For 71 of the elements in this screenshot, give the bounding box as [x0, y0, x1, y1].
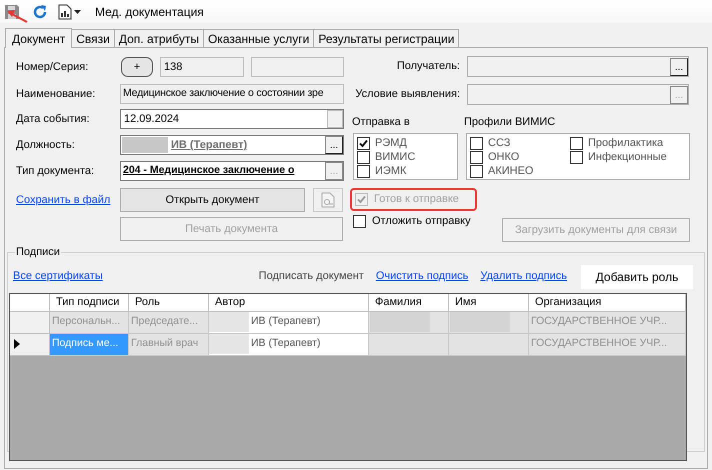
position-field[interactable]: ИВ (Терапевт) ...: [120, 135, 344, 155]
checkbox-label: Готов к отправке: [374, 192, 459, 208]
series-field[interactable]: [251, 57, 344, 77]
action-label: Подписать документ: [258, 269, 364, 284]
checkbox[interactable]: [357, 136, 370, 150]
browse-button[interactable]: ...: [325, 136, 343, 154]
field-label: Условие выявления:: [354, 87, 460, 102]
row-header[interactable]: [10, 334, 50, 356]
caret-icon: [74, 10, 81, 14]
group-title: Подписи: [15, 245, 61, 260]
tab[interactable]: Оказанные услуги: [202, 29, 314, 47]
add-button[interactable]: +: [121, 57, 153, 77]
document-chart-icon: [58, 4, 72, 20]
group-label: Отправка в: [351, 114, 411, 130]
checkbox-label: ССЗ: [488, 136, 510, 151]
checkbox-label: АКИНЕО: [488, 164, 534, 180]
checkbox-label: ОНКО: [488, 150, 520, 166]
checkbox[interactable]: [570, 136, 583, 150]
name-field[interactable]: Медицинское заключение о состоянии зре: [120, 84, 344, 104]
number-field[interactable]: 138: [160, 57, 244, 77]
checkbox-label: РЭМД: [375, 136, 407, 151]
check-icon: [359, 138, 368, 148]
link[interactable]: Очистить подпись: [376, 268, 468, 285]
field-label: Дата события:: [16, 112, 91, 127]
table-cell: Персональн...: [50, 312, 129, 334]
checkbox[interactable]: [570, 150, 583, 164]
link[interactable]: Удалить подпись: [480, 268, 567, 285]
tab[interactable]: Результаты регистрации: [313, 29, 460, 47]
document-type-field[interactable]: 204 - Медицинское заключение о ...: [120, 161, 344, 181]
checkbox-label: ИЭМК: [375, 164, 406, 179]
date-field[interactable]: 12.09.2024: [120, 109, 344, 129]
group-label: Профили ВИМИС: [464, 114, 556, 130]
recipient-field[interactable]: ...: [467, 56, 689, 77]
check-icon: [357, 195, 366, 204]
save-to-file-link[interactable]: Сохранить в файл: [16, 192, 120, 208]
tab[interactable]: Документ: [5, 28, 72, 48]
table-cell: ГОСУДАРСТВЕННОЕ УЧР...: [529, 312, 686, 334]
refresh-icon[interactable]: [32, 4, 48, 20]
report-menu-button[interactable]: [58, 4, 81, 20]
current-row-icon: [14, 339, 20, 349]
field-label: Должность:: [16, 138, 76, 153]
checkbox[interactable]: [357, 164, 370, 178]
add-role-button[interactable]: Добавить роль: [581, 264, 693, 288]
table-cell: Главный врач: [129, 334, 209, 356]
table-cell: Подпись ме...: [50, 334, 129, 356]
browse-button[interactable]: ...: [670, 58, 688, 76]
table-cell: ИВ (Терапевт): [209, 312, 369, 334]
redacted-block: [209, 312, 249, 332]
tab[interactable]: Доп. атрибуты: [114, 29, 204, 47]
open-document-button[interactable]: Открыть документ: [120, 188, 305, 212]
checkbox-label: ВИМИС: [375, 150, 416, 165]
checkbox[interactable]: [470, 150, 483, 164]
table-cell: ГОСУДАРСТВЕННОЕ УЧР...: [529, 334, 686, 356]
redacted-block: [122, 137, 168, 153]
checkbox-label: Отложить отправку: [372, 214, 471, 229]
checkbox[interactable]: [470, 165, 483, 178]
checkbox-label: Инфекционные: [588, 150, 667, 166]
window-title: Мед. документация: [95, 4, 204, 20]
checkbox[interactable]: [353, 214, 366, 228]
field-label: Наименование:: [16, 86, 96, 102]
table-cell: Председате...: [129, 312, 209, 334]
checkbox[interactable]: [470, 136, 483, 150]
checkbox[interactable]: [357, 150, 370, 164]
link[interactable]: Все сертификаты: [13, 268, 103, 285]
field-label: Получатель:: [396, 59, 460, 74]
field-label: Номер/Серия:: [16, 60, 90, 75]
checkbox-label: Профилактика: [588, 136, 664, 151]
redacted-block: [209, 334, 249, 354]
document-icon: [321, 192, 335, 208]
field-label: Тип документа:: [16, 164, 96, 179]
table-cell: ИВ (Терапевт): [209, 334, 369, 356]
